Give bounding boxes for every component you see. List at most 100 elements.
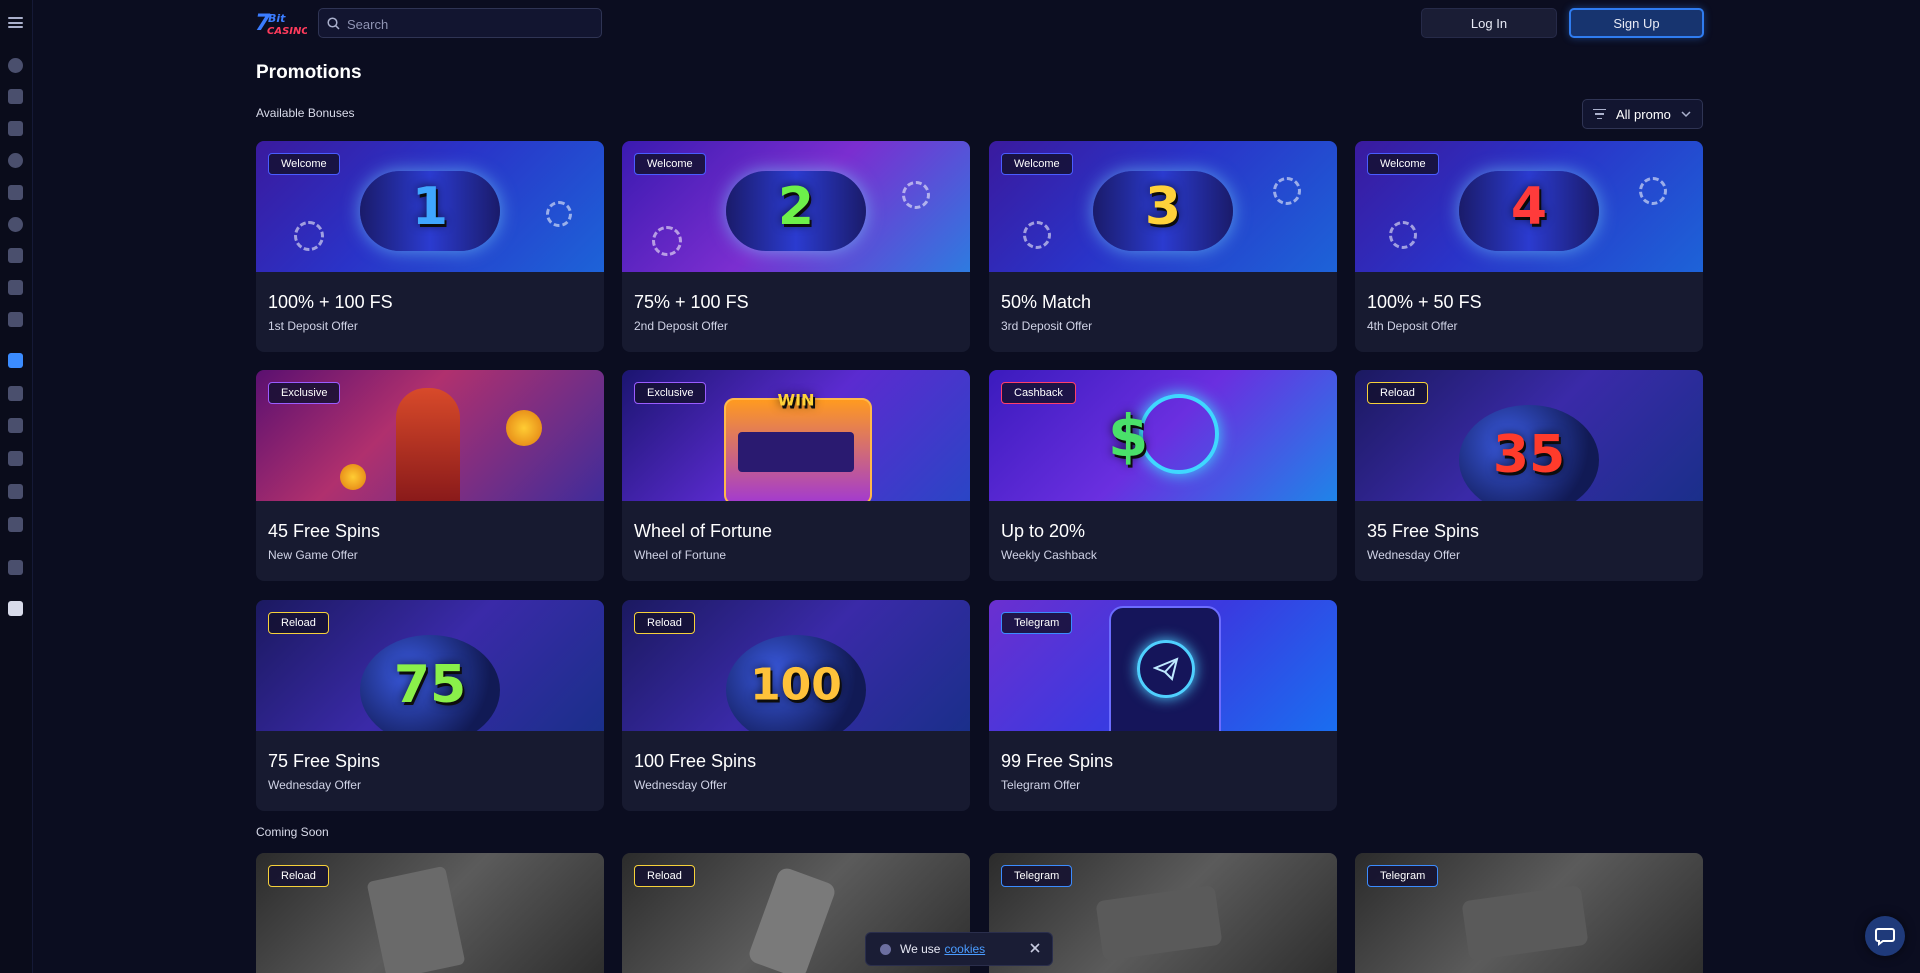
- promo-card[interactable]: 75 Reload 75 Free Spins Wednesday Offer: [256, 600, 604, 811]
- promo-title: 99 Free Spins: [1001, 751, 1114, 771]
- coming-soon-label: Coming Soon: [256, 825, 329, 839]
- bank-icon[interactable]: [8, 517, 23, 532]
- promo-title: 35 Free Spins: [1367, 521, 1480, 541]
- tournament-icon[interactable]: [8, 484, 23, 499]
- promo-badge: Reload: [1367, 382, 1428, 404]
- promo-art-number: 2: [777, 176, 815, 237]
- promo-subtitle: Wednesday Offer: [1367, 548, 1460, 562]
- promo-card[interactable]: Telegram 99 Free Spins Telegram Offer: [989, 600, 1337, 811]
- coming-soon-card[interactable]: Reload: [256, 853, 604, 973]
- promo-art-number: $: [1108, 401, 1149, 470]
- promo-badge: Exclusive: [268, 382, 341, 404]
- coming-soon-card[interactable]: Telegram: [1355, 853, 1703, 973]
- language-flag-icon[interactable]: [8, 601, 23, 616]
- promo-title: 75% + 100 FS: [634, 292, 749, 312]
- promo-subtitle: 1st Deposit Offer: [268, 319, 358, 333]
- signup-button[interactable]: Sign Up: [1569, 8, 1704, 38]
- search-icon: [327, 17, 340, 30]
- dice-icon[interactable]: [8, 217, 23, 232]
- cookie-link[interactable]: cookies: [944, 942, 985, 956]
- promo-badge: Welcome: [1001, 153, 1073, 175]
- promo-art-number: WIN: [777, 390, 815, 410]
- sidebar: [0, 0, 33, 973]
- promo-badge: Cashback: [1001, 382, 1076, 404]
- promo-filter-dropdown[interactable]: All promo: [1582, 99, 1703, 129]
- close-icon[interactable]: [1029, 942, 1041, 954]
- promo-card[interactable]: $ Cashback Up to 20% Weekly Cashback: [989, 370, 1337, 581]
- promo-title: 100% + 100 FS: [268, 292, 393, 312]
- promo-badge: Exclusive: [634, 382, 707, 404]
- promo-subtitle: 3rd Deposit Offer: [1001, 319, 1093, 333]
- promo-subtitle: Wednesday Offer: [268, 778, 361, 792]
- promo-card[interactable]: 100 Reload 100 Free Spins Wednesday Offe…: [622, 600, 970, 811]
- coming-soon-badge: Telegram: [1367, 865, 1439, 887]
- book-icon[interactable]: [8, 312, 23, 327]
- chat-bubble-icon[interactable]: [1865, 916, 1905, 956]
- promo-subtitle: Wheel of Fortune: [634, 548, 727, 562]
- promo-art-number: 35: [1492, 425, 1566, 486]
- cards-icon[interactable]: [8, 121, 23, 136]
- promo-subtitle: 2nd Deposit Offer: [634, 319, 728, 333]
- vip-icon[interactable]: [8, 418, 23, 433]
- promo-subtitle: New Game Offer: [268, 548, 358, 562]
- page-title: Promotions: [256, 62, 362, 83]
- coming-soon-badge: Telegram: [1001, 865, 1073, 887]
- promo-art-number: 1: [411, 176, 449, 237]
- promo-art-number: 75: [393, 655, 467, 716]
- promo-badge: Telegram: [1001, 612, 1073, 634]
- trophy-icon[interactable]: [8, 386, 23, 401]
- coming-soon-badge: Reload: [634, 865, 695, 887]
- promo-card[interactable]: 35 Reload 35 Free Spins Wednesday Offer: [1355, 370, 1703, 581]
- joystick-icon[interactable]: [8, 89, 23, 104]
- filter-label: All promo: [1616, 106, 1671, 122]
- promo-badge: Welcome: [1367, 153, 1439, 175]
- coming-soon-badge: Reload: [268, 865, 329, 887]
- available-bonuses-label: Available Bonuses: [256, 106, 355, 120]
- sports-icon[interactable]: [8, 185, 23, 200]
- promo-art-number: 3: [1144, 176, 1182, 237]
- promo-card[interactable]: WIN Exclusive Wheel of Fortune Wheel of …: [622, 370, 970, 581]
- promo-badge: Welcome: [268, 153, 340, 175]
- promo-title: Up to 20%: [1001, 521, 1086, 541]
- promo-badge: Welcome: [634, 153, 706, 175]
- promo-card[interactable]: Exclusive 45 Free Spins New Game Offer: [256, 370, 604, 581]
- login-button[interactable]: Log In: [1421, 8, 1557, 38]
- live-icon[interactable]: [8, 248, 23, 263]
- cookie-icon: [880, 943, 891, 955]
- promo-subtitle: Weekly Cashback: [1001, 548, 1097, 562]
- promo-badge: Reload: [268, 612, 329, 634]
- promo-title: 45 Free Spins: [268, 521, 381, 541]
- promo-card[interactable]: 3 Welcome 50% Match 3rd Deposit Offer: [989, 141, 1337, 352]
- promo-subtitle: 4th Deposit Offer: [1367, 319, 1458, 333]
- svg-text:CASINO: CASINO: [267, 26, 307, 37]
- promo-subtitle: Telegram Offer: [1001, 778, 1081, 792]
- rocket-icon[interactable]: [8, 280, 23, 295]
- download-icon[interactable]: [8, 560, 23, 575]
- search-input[interactable]: [345, 9, 599, 39]
- slots-icon[interactable]: [8, 153, 23, 168]
- promo-card[interactable]: 4 Welcome 100% + 50 FS 4th Deposit Offer: [1355, 141, 1703, 352]
- menu-icon[interactable]: [8, 17, 23, 28]
- svg-text:Bit: Bit: [268, 12, 286, 25]
- promo-card[interactable]: 1 Welcome 100% + 100 FS 1st Deposit Offe…: [256, 141, 604, 352]
- search-box[interactable]: [318, 8, 602, 39]
- flame-icon[interactable]: [8, 58, 23, 73]
- promo-title: 75 Free Spins: [268, 751, 381, 771]
- cookie-text: We use: [900, 942, 941, 956]
- cookie-banner: We use cookies: [865, 932, 1053, 966]
- crown-icon[interactable]: [8, 451, 23, 466]
- promo-badge: Reload: [634, 612, 695, 634]
- promo-card[interactable]: 2 Welcome 75% + 100 FS 2nd Deposit Offer: [622, 141, 970, 352]
- casino-logo[interactable]: 7 Bit CASINO: [255, 8, 310, 38]
- promo-art-number: 4: [1510, 176, 1548, 237]
- filter-icon: [1593, 108, 1606, 120]
- telegram-icon: [1153, 657, 1179, 681]
- chevron-down-icon: [1681, 111, 1691, 118]
- promo-title: Wheel of Fortune: [634, 521, 773, 541]
- promo-title: 100% + 50 FS: [1367, 292, 1482, 312]
- promo-title: 50% Match: [1001, 292, 1092, 312]
- promo-art-number: 100: [750, 659, 842, 711]
- promo-subtitle: Wednesday Offer: [634, 778, 727, 792]
- promo-title: 100 Free Spins: [634, 751, 757, 771]
- gift-icon[interactable]: [8, 353, 23, 368]
